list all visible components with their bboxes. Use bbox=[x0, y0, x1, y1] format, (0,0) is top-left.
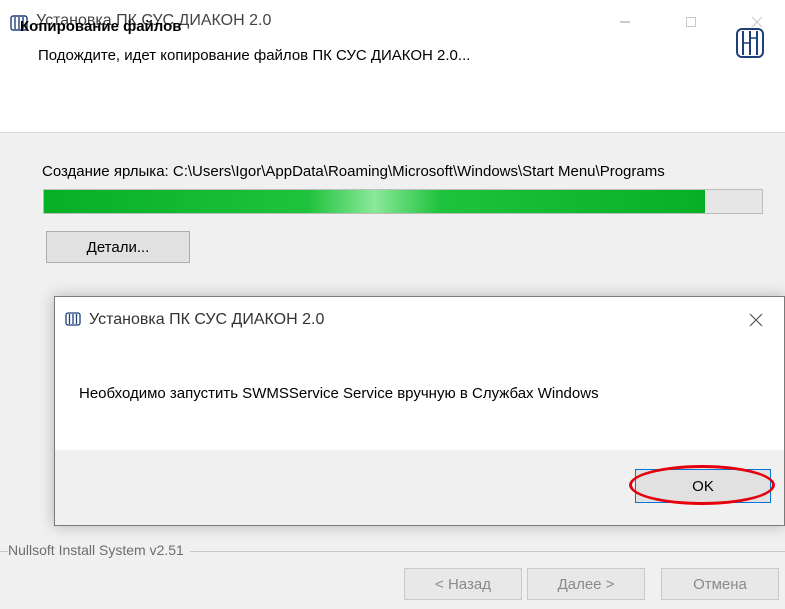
install-status-text: Создание ярлыка: C:\Users\Igor\AppData\R… bbox=[42, 163, 665, 180]
message-dialog: Установка ПК СУС ДИАКОН 2.0 Необходимо з… bbox=[54, 296, 785, 526]
ok-button[interactable]: OK bbox=[635, 469, 771, 503]
dialog-title: Установка ПК СУС ДИАКОН 2.0 bbox=[89, 311, 325, 328]
maximize-icon bbox=[686, 17, 696, 27]
product-logo-icon bbox=[736, 28, 764, 58]
dialog-app-icon bbox=[65, 312, 81, 326]
dialog-close-button[interactable] bbox=[741, 305, 771, 335]
maximize-button[interactable] bbox=[668, 0, 714, 44]
page-title: Копирование файлов bbox=[20, 18, 182, 35]
next-button[interactable]: Далее > bbox=[527, 568, 645, 600]
minimize-button[interactable] bbox=[602, 0, 648, 44]
minimize-icon bbox=[620, 21, 630, 23]
details-button[interactable]: Детали... bbox=[46, 231, 190, 263]
cancel-button[interactable]: Отмена bbox=[661, 568, 779, 600]
close-icon bbox=[749, 313, 763, 327]
page-subtitle: Подождите, идет копирование файлов ПК СУ… bbox=[38, 47, 471, 64]
progress-fill bbox=[44, 190, 705, 213]
back-button[interactable]: < Назад bbox=[404, 568, 522, 600]
dialog-message: Необходимо запустить SWMSService Service… bbox=[79, 385, 599, 402]
nsis-branding: Nullsoft Install System v2.51 bbox=[8, 542, 190, 558]
install-progress-bar bbox=[43, 189, 763, 214]
